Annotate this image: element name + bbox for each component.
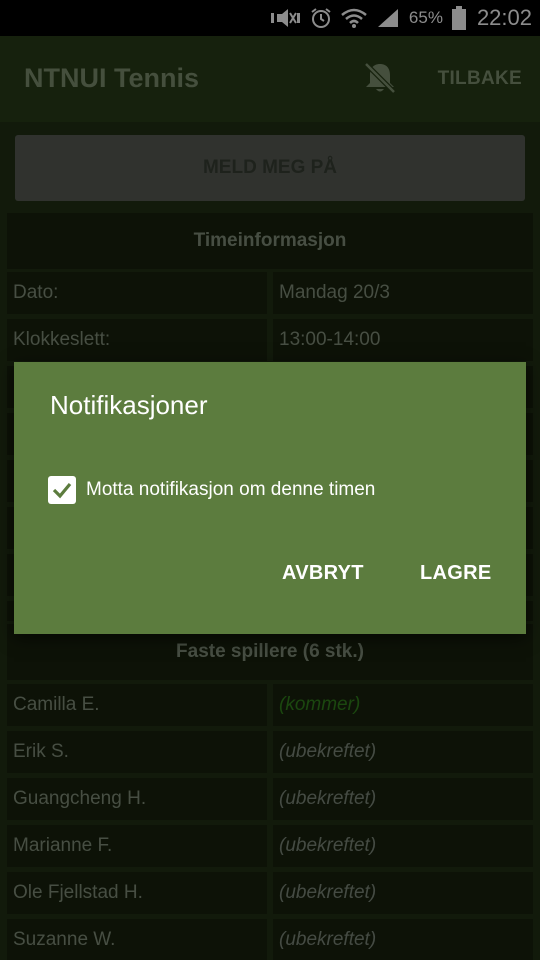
player-status: (ubekreftet) (273, 825, 533, 867)
battery-icon (451, 6, 466, 30)
player-name: Suzanne W. (7, 919, 267, 960)
notify-checkbox[interactable] (48, 476, 76, 504)
cancel-button[interactable]: AVBRYT (282, 562, 364, 585)
app-bar: NTNUI Tennis TILBAKE (0, 36, 540, 122)
alarm-icon (310, 7, 332, 29)
player-status: (ubekreftet) (273, 919, 533, 960)
date-label: Dato: (7, 272, 267, 314)
player-name: Guangcheng H. (7, 778, 267, 820)
signup-button[interactable]: MELD MEG PÅ (15, 135, 525, 201)
clock: 22:02 (476, 5, 532, 30)
dialog-title: Notifikasjoner (50, 390, 208, 420)
save-button[interactable]: LAGRE (420, 562, 492, 585)
player-status: (ubekreftet) (273, 872, 533, 914)
checkmark-icon (52, 482, 72, 499)
notify-checkbox-label[interactable]: Motta notifikasjon om denne timen (86, 479, 375, 501)
player-name: Erik S. (7, 731, 267, 773)
status-bar: 65% 22:02 (0, 0, 540, 36)
player-status: (kommer) (273, 684, 533, 726)
time-label: Klokkeslett: (7, 319, 267, 361)
battery-percentage: 65% (408, 8, 443, 27)
time-value: 13:00-14:00 (273, 319, 533, 361)
bell-off-icon[interactable] (360, 58, 400, 98)
player-status: (ubekreftet) (273, 778, 533, 820)
player-name: Camilla E. (7, 684, 267, 726)
date-value: Mandag 20/3 (273, 272, 533, 314)
player-name: Marianne F. (7, 825, 267, 867)
back-button[interactable]: TILBAKE (438, 68, 522, 90)
time-info-header: Timeinformasjon (7, 213, 533, 269)
signal-icon (376, 7, 400, 29)
notification-dialog: Notifikasjoner Motta notifikasjon om den… (14, 362, 526, 634)
wifi-icon (341, 7, 367, 29)
player-name: Ole Fjellstad H. (7, 872, 267, 914)
player-status: (ubekreftet) (273, 731, 533, 773)
app-title: NTNUI Tennis (24, 63, 199, 93)
mute-vibrate-icon (270, 7, 301, 29)
